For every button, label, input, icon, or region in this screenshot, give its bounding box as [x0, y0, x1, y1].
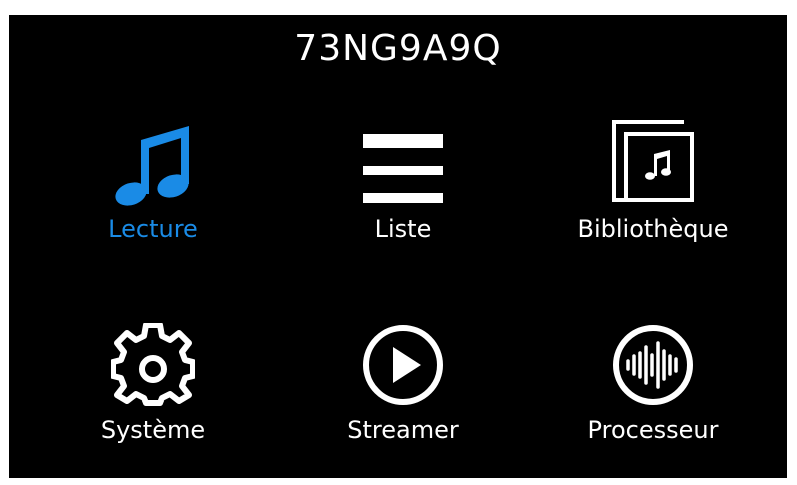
list-icon — [288, 110, 518, 206]
album-library-icon — [538, 110, 768, 206]
menu-item-lecture[interactable]: Lecture — [38, 110, 268, 280]
menu-item-bibliotheque[interactable]: Bibliothèque — [538, 110, 768, 280]
audio-waveform-icon — [538, 311, 768, 407]
menu-item-streamer[interactable]: Streamer — [288, 311, 518, 481]
music-note-icon — [38, 110, 268, 206]
gear-icon — [38, 311, 268, 407]
menu-item-liste[interactable]: Liste — [288, 110, 518, 280]
menu-item-label: Liste — [374, 215, 432, 243]
play-circle-icon — [288, 311, 518, 407]
menu-item-systeme[interactable]: Système — [38, 311, 268, 481]
device-name-title: 73NG9A9Q — [294, 28, 502, 69]
device-screen: 73NG9A9Q Lecture Liste Bibliothèque Syst… — [9, 15, 787, 478]
menu-item-label: Streamer — [347, 416, 459, 444]
menu-item-processeur[interactable]: Processeur — [538, 311, 768, 481]
menu-item-label: Bibliothèque — [577, 215, 729, 243]
menu-item-label: Système — [100, 416, 206, 444]
menu-item-label: Lecture — [108, 215, 198, 243]
menu-item-label: Processeur — [587, 416, 719, 444]
